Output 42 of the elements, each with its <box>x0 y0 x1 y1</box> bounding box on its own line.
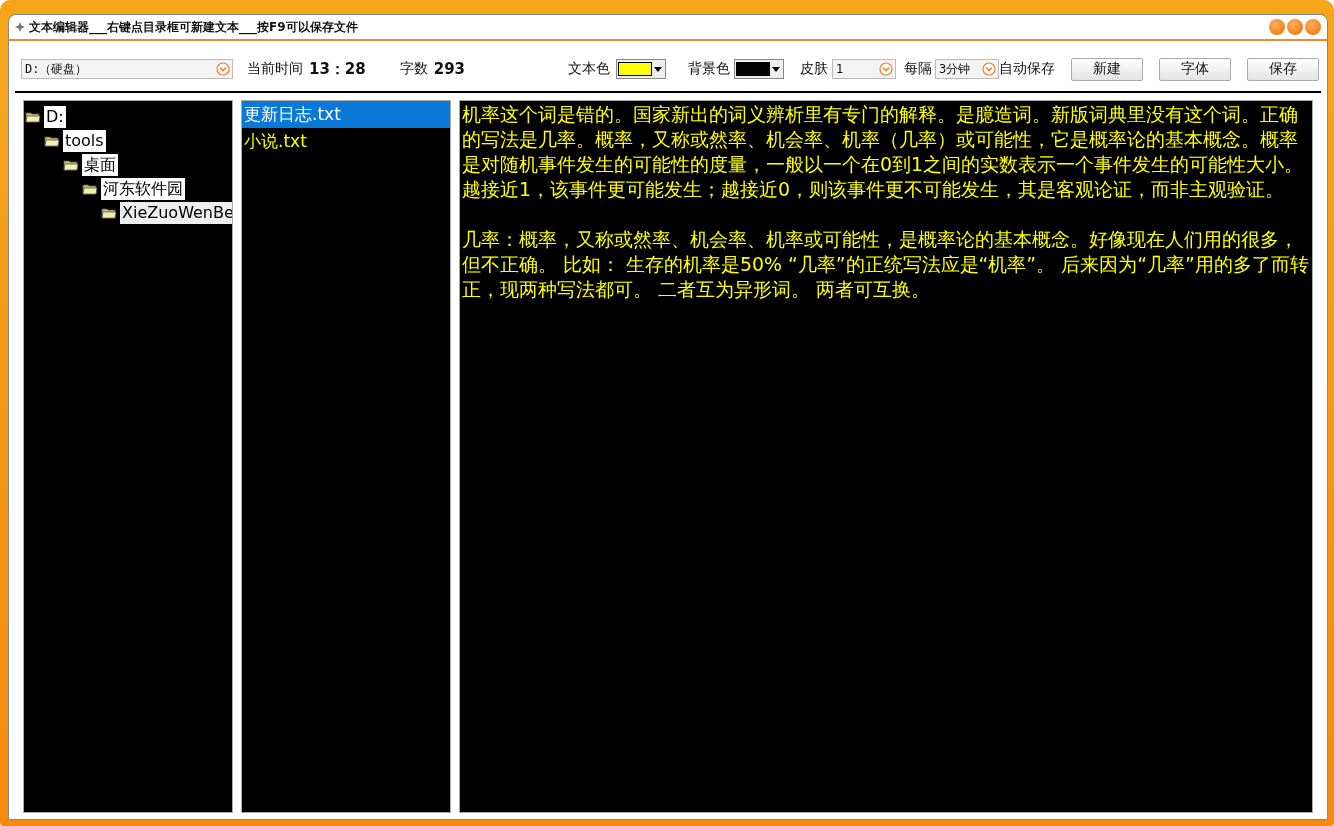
folder-icon <box>25 111 41 123</box>
toolbar-button[interactable]: 字体 <box>1159 57 1231 81</box>
dropdown-arrow-icon <box>772 66 780 72</box>
close-button[interactable] <box>1305 19 1321 35</box>
dropdown-icon <box>879 62 893 76</box>
text-paragraph: 几率：概率，又称或然率、机会率、机率或可能性，是概率论的基本概念。好像现在人们用的很多，但不正确。 比如： 生存的机率是50% “几率”的正统写法应是“机率”。 后来因为“几率”用的多了而转正，现两种写法都可。 二者互为异形词。 两者可互换。 <box>462 227 1310 302</box>
app-icon <box>15 22 25 32</box>
file-item[interactable]: 更新日志.txt <box>242 101 450 128</box>
maximize-button[interactable] <box>1287 19 1303 35</box>
time-value: 13：28 <box>309 59 366 79</box>
dropdown-arrow-icon <box>654 66 662 72</box>
skin-dropdown[interactable]: 1 <box>832 59 896 79</box>
tree-item[interactable]: 河东软件园 <box>101 178 185 200</box>
tree-item[interactable]: XieZuoWenBe <box>120 202 232 224</box>
toolbar-button[interactable]: 保存 <box>1247 57 1319 81</box>
tree-item[interactable]: D: <box>44 106 66 128</box>
window-title: 文本编辑器___右键点目录框可新建文本___按F9可以保存文件 <box>29 18 358 36</box>
drive-dropdown[interactable]: D:（硬盘） <box>21 59 233 79</box>
folder-icon <box>63 159 79 171</box>
background-color-label: 背景色 <box>688 60 730 78</box>
minimize-button[interactable] <box>1269 19 1285 35</box>
text-color-picker[interactable] <box>616 59 666 79</box>
folder-icon <box>101 207 117 219</box>
folder-icon <box>82 183 98 195</box>
file-item[interactable]: 小说.txt <box>242 128 450 155</box>
interval-label: 每隔 <box>904 60 932 78</box>
text-paragraph: 机率这个词是错的。国家新出的词义辨析里有专门的解释。是臆造词。新版词典里没有这个词。正确的写法是几率。概率，又称或然率、机会率、机率（几率）或可能性，它是概率论的基本概念。概率是对随机事件发生的可能性的度量，一般以一个在0到1之间的实数表示一个事件发生的可能性大小。越接近1，该事件更可能发生；越接近0，则该事件更不可能发生，其是客观论证，而非主观验证。 <box>462 102 1305 202</box>
count-value: 293 <box>433 60 466 78</box>
tree-item[interactable]: 桌面 <box>82 154 118 176</box>
toolbar-button[interactable]: 新建 <box>1071 57 1143 81</box>
autosave-label: 自动保存 <box>999 60 1055 78</box>
skin-label: 皮肤 <box>800 60 828 78</box>
background-color-picker[interactable] <box>734 59 784 79</box>
text-editor[interactable] <box>459 100 1313 813</box>
dropdown-icon <box>216 62 230 76</box>
dropdown-icon <box>982 62 996 76</box>
interval-dropdown[interactable]: 3分钟 <box>935 59 999 79</box>
folder-icon <box>44 135 60 147</box>
time-label: 当前时间 <box>247 60 303 78</box>
tree-item[interactable]: tools <box>63 130 106 152</box>
count-label: 字数 <box>399 60 428 78</box>
text-color-label: 文本色 <box>568 60 610 78</box>
